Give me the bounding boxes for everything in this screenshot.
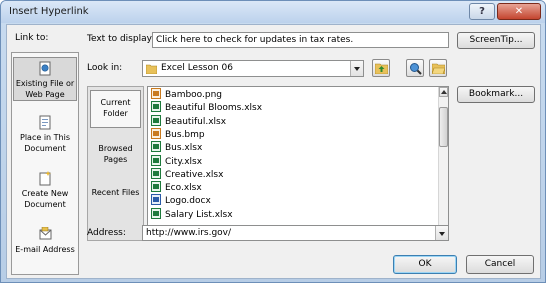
file-name: Beautiful Blooms.xlsx	[165, 103, 263, 114]
link-to-panel: Existing File or Web Page Place in This …	[11, 52, 79, 275]
up-folder-icon	[375, 63, 388, 74]
file-name: Creative.xlsx	[165, 169, 224, 180]
file-name: Eco.xlsx	[165, 183, 202, 194]
link-place-label: Place in This Document	[20, 133, 70, 153]
browse-web-icon	[410, 63, 422, 75]
file-name: City.xlsx	[165, 156, 203, 167]
image-file-icon	[151, 127, 161, 139]
email-icon	[39, 227, 51, 240]
link-email-address[interactable]: E-mail Address	[13, 227, 77, 269]
help-button[interactable]: ?	[469, 3, 495, 20]
chevron-down-icon[interactable]	[350, 61, 363, 76]
file-list-item[interactable]: Logo.docx	[151, 194, 211, 206]
link-to-label: Link to:	[15, 33, 49, 43]
file-name: Bus.xlsx	[165, 143, 203, 154]
folder-icon	[146, 64, 157, 74]
browse-file-button[interactable]	[429, 59, 447, 77]
vertical-scrollbar[interactable]	[438, 87, 448, 240]
browse-panel: Current Folder Browsed Pages Recent File…	[87, 86, 144, 241]
close-button[interactable]: ✕	[497, 3, 541, 20]
file-list-item[interactable]: Bamboo.png	[151, 88, 222, 100]
link-create-new-document[interactable]: Create New Document	[13, 171, 77, 213]
chevron-down-icon[interactable]	[435, 226, 448, 240]
cancel-button[interactable]: Cancel	[466, 255, 534, 274]
file-list-item[interactable]: Beautiful.xlsx	[151, 114, 227, 127]
excel-file-icon	[151, 141, 161, 153]
file-list-item[interactable]: Bus.bmp	[151, 127, 205, 140]
browse-web-button[interactable]	[406, 59, 424, 77]
file-name: Bamboo.png	[165, 90, 223, 100]
text-to-display-label: Text to display:	[87, 34, 155, 44]
file-list-item[interactable]: Creative.xlsx	[151, 167, 224, 180]
file-name: Beautiful.xlsx	[165, 116, 227, 127]
excel-file-icon	[151, 114, 161, 126]
new-document-icon	[39, 171, 51, 186]
file-list-item[interactable]: City.xlsx	[151, 154, 203, 167]
excel-file-icon	[151, 101, 161, 113]
excel-file-icon	[151, 167, 161, 179]
tab-recent-files[interactable]: Recent Files	[90, 187, 141, 198]
excel-file-icon	[151, 181, 161, 193]
scroll-thumb[interactable]	[439, 107, 448, 147]
file-list-item[interactable]: Salary List.xlsx	[151, 207, 233, 220]
file-list[interactable]: Bamboo.png Beautiful Blooms.xlsx Beautiful…	[147, 86, 449, 241]
up-folder-button[interactable]	[372, 59, 390, 77]
file-name: Logo.docx	[165, 196, 211, 207]
dialog-body: Link to: Existing File or Web Page Place…	[6, 24, 541, 279]
scroll-up-arrow-icon[interactable]	[439, 87, 448, 97]
document-icon	[39, 115, 50, 130]
text-to-display-input[interactable]: Click here to check for updates in tax r…	[152, 32, 449, 48]
globe-page-icon	[39, 61, 50, 76]
link-email-label: E-mail Address	[15, 245, 75, 254]
link-create-new-label: Create New Document	[21, 189, 69, 209]
file-list-item[interactable]: Bus.xlsx	[151, 141, 202, 153]
browse-file-icon	[432, 63, 445, 74]
tab-current-folder[interactable]: Current Folder	[90, 90, 141, 128]
address-label: Address:	[87, 228, 126, 238]
address-value: http://www.irs.gov/	[146, 228, 232, 238]
link-place-in-this-document[interactable]: Place in This Document	[13, 115, 77, 157]
image-file-icon	[151, 88, 161, 99]
link-existing-file-or-web-page[interactable]: Existing File or Web Page	[13, 57, 77, 101]
file-name: Bus.bmp	[165, 129, 205, 140]
look-in-select[interactable]: Excel Lesson 06	[142, 60, 364, 77]
title-bar[interactable]: Insert Hyperlink ? ✕	[1, 1, 545, 23]
insert-hyperlink-dialog: Insert Hyperlink ? ✕ Link to: Existing F…	[0, 0, 546, 283]
address-input[interactable]: http://www.irs.gov/	[142, 225, 449, 241]
file-list-item[interactable]: Eco.xlsx	[151, 181, 202, 193]
look-in-value: Excel Lesson 06	[161, 63, 233, 73]
excel-file-icon	[151, 207, 161, 219]
file-name: Salary List.xlsx	[165, 209, 233, 220]
tab-browsed-pages[interactable]: Browsed Pages	[90, 143, 141, 165]
link-existing-file-label: Existing File or Web Page	[15, 79, 75, 99]
ok-button[interactable]: OK	[393, 255, 457, 274]
word-file-icon	[151, 194, 161, 206]
window-title: Insert Hyperlink	[9, 6, 89, 17]
bookmark-button[interactable]: Bookmark...	[457, 86, 535, 103]
look-in-label: Look in:	[87, 63, 123, 73]
excel-file-icon	[151, 154, 161, 166]
screentip-button[interactable]: ScreenTip...	[457, 32, 535, 49]
file-list-item[interactable]: Beautiful Blooms.xlsx	[151, 101, 262, 113]
